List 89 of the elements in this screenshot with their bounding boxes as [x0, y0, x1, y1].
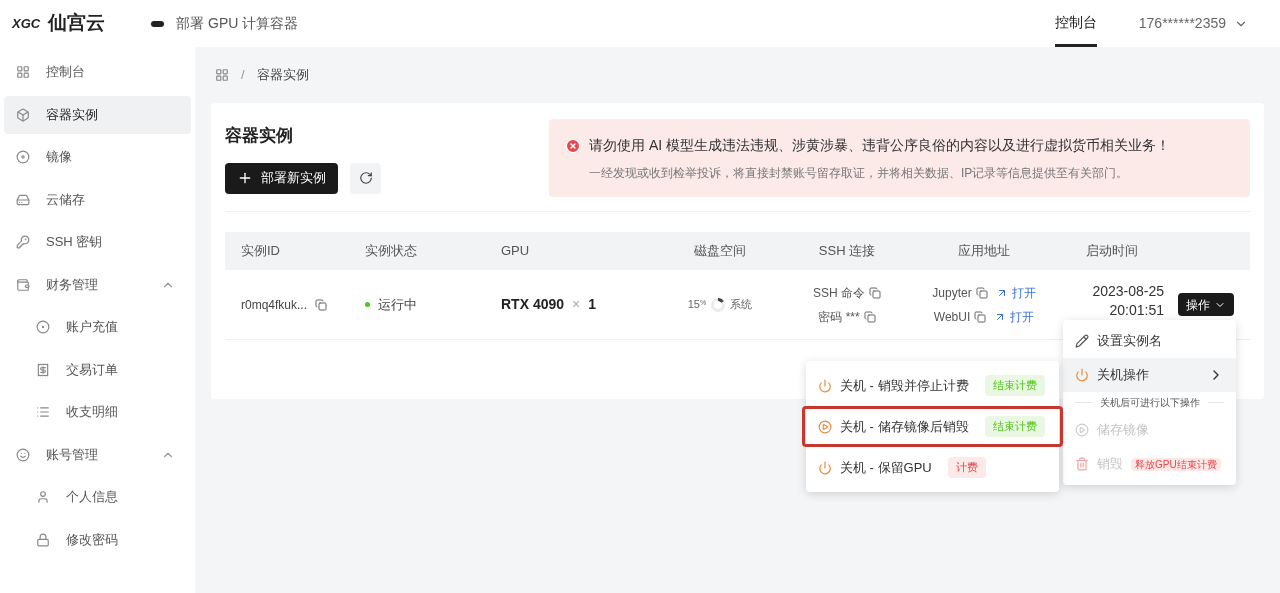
gpu-card-icon	[151, 20, 165, 27]
menu-item[interactable]: 关机操作	[1063, 358, 1236, 392]
sidebar-item[interactable]: 修改密码	[4, 520, 191, 559]
times-sign: ×	[572, 295, 581, 314]
billing-tag: 结束计费	[984, 375, 1045, 396]
sidebar-item[interactable]: 交易订单	[4, 350, 191, 389]
menu-item[interactable]: 关机 - 储存镜像后销毁 结束计费	[802, 406, 1063, 447]
play-circle-icon	[818, 419, 832, 434]
app-name: WebUI	[933, 308, 971, 326]
wallet-icon	[16, 277, 30, 292]
column-header: SSH 连接	[817, 242, 877, 261]
account-menu[interactable]: 176******2359	[1138, 13, 1248, 34]
error-icon	[565, 137, 581, 154]
menu-label: 关机 - 储存镜像后销毁	[840, 417, 969, 436]
menu-tag: 释放GPU结束计费	[1131, 458, 1221, 472]
pencil-icon	[1075, 334, 1089, 348]
sidebar-item[interactable]: SSH 密钥	[4, 223, 191, 261]
receipt-icon	[36, 362, 50, 377]
start-time: 20:01:51	[1109, 300, 1164, 320]
copy-icon[interactable]	[315, 298, 328, 311]
column-header: 实例状态	[364, 242, 418, 261]
power-icon	[1075, 368, 1089, 382]
sidebar-item[interactable]: 云储存	[4, 180, 191, 219]
sidebar-item[interactable]: 镜像	[4, 138, 191, 176]
power-icon	[818, 460, 832, 475]
billing-tag: 计费	[947, 457, 986, 478]
menu-label: 关机 - 保留GPU	[840, 458, 932, 477]
copy-icon[interactable]	[869, 286, 881, 299]
list-icon	[36, 405, 50, 419]
key-icon	[16, 235, 30, 249]
refresh-button[interactable]	[350, 162, 381, 194]
sidebar-item[interactable]: 财务管理	[4, 265, 191, 304]
sidebar-item[interactable]: 账号管理	[4, 435, 191, 474]
user-icon	[36, 490, 50, 504]
menu-item[interactable]: 关机 - 销毁并停止计费 结束计费	[806, 365, 1059, 406]
cube-icon	[16, 107, 30, 122]
copy-icon[interactable]	[974, 310, 987, 323]
disc-icon	[16, 150, 30, 164]
sidebar-item[interactable]: 个人信息	[4, 478, 191, 516]
trash-icon	[1075, 457, 1089, 471]
grid-icon	[16, 65, 30, 79]
sidebar-item[interactable]: 控制台	[4, 53, 191, 91]
power-icon	[818, 378, 832, 393]
coin-icon	[36, 320, 50, 334]
status-text: 运行中	[378, 295, 417, 314]
alert-text: 一经发现或收到检举投诉，将直接封禁账号留存取证，并将相关数据、IP记录等信息提供至有关部门。	[588, 165, 1130, 182]
nav-tab[interactable]: 控制台	[1054, 0, 1097, 47]
refresh-icon	[358, 171, 373, 185]
copy-icon[interactable]	[975, 286, 988, 299]
menu-item[interactable]: 设置实例名	[1063, 324, 1236, 358]
disk-usage-icon	[710, 296, 727, 313]
instance-id: r0mq4fkuk...	[241, 296, 308, 314]
menu-caption: 关机后可进行以下操作	[1099, 396, 1200, 410]
column-header: GPU	[500, 242, 531, 261]
sidebar-item[interactable]: 账户充值	[4, 308, 191, 346]
sidebar-item[interactable]: 收支明细	[4, 393, 191, 431]
open-link[interactable]: 打开	[1010, 307, 1035, 326]
logo-mark: XGC	[12, 14, 41, 33]
gpu-count: 1	[588, 295, 597, 314]
plus-icon	[237, 170, 253, 186]
column-header: 实例ID	[240, 242, 281, 261]
breadcrumb-separator: /	[241, 66, 245, 85]
menu-label: 关机 - 销毁并停止计费	[840, 376, 969, 395]
deploy-button[interactable]: 部署新实例	[225, 162, 338, 194]
billing-tag: 结束计费	[984, 416, 1045, 437]
copy-icon[interactable]	[863, 310, 876, 323]
lock-icon	[36, 532, 50, 547]
sidebar-item[interactable]: 容器实例	[4, 95, 191, 134]
card-title: 容器实例	[225, 125, 294, 147]
smile-icon	[16, 447, 30, 462]
page-title: 部署 GPU 计算容器	[176, 14, 299, 33]
breadcrumb-item: 容器实例	[256, 66, 309, 85]
app-name: Jupyter	[932, 284, 972, 302]
column-header: 启动时间	[1084, 242, 1139, 261]
column-header: 磁盘空间	[693, 242, 747, 261]
disk-percent: 15$^{%}$	[687, 297, 707, 313]
column-header: 应用地址	[957, 242, 1011, 261]
play-circle-icon	[1075, 423, 1089, 437]
logo-text: 仙宫云	[48, 11, 106, 36]
ssh-label: SSH 命令	[813, 284, 865, 302]
ssh-label: 密码 ***	[818, 308, 860, 326]
actions-button[interactable]: 操作	[1178, 293, 1234, 316]
gpu-model: RTX 4090	[501, 295, 565, 314]
alert-title: 请勿使用 AI 模型生成违法违规、涉黄涉暴、违背公序良俗的内容以及进行虚拟货币相关业务！	[589, 136, 1170, 155]
open-link[interactable]: 打开	[1011, 283, 1036, 302]
start-date: 2023-08-25	[1092, 281, 1164, 301]
drive-icon	[16, 192, 30, 207]
menu-item[interactable]: 关机 - 保留GPU 计费	[806, 447, 1059, 488]
disk-label: 系统	[730, 297, 753, 313]
